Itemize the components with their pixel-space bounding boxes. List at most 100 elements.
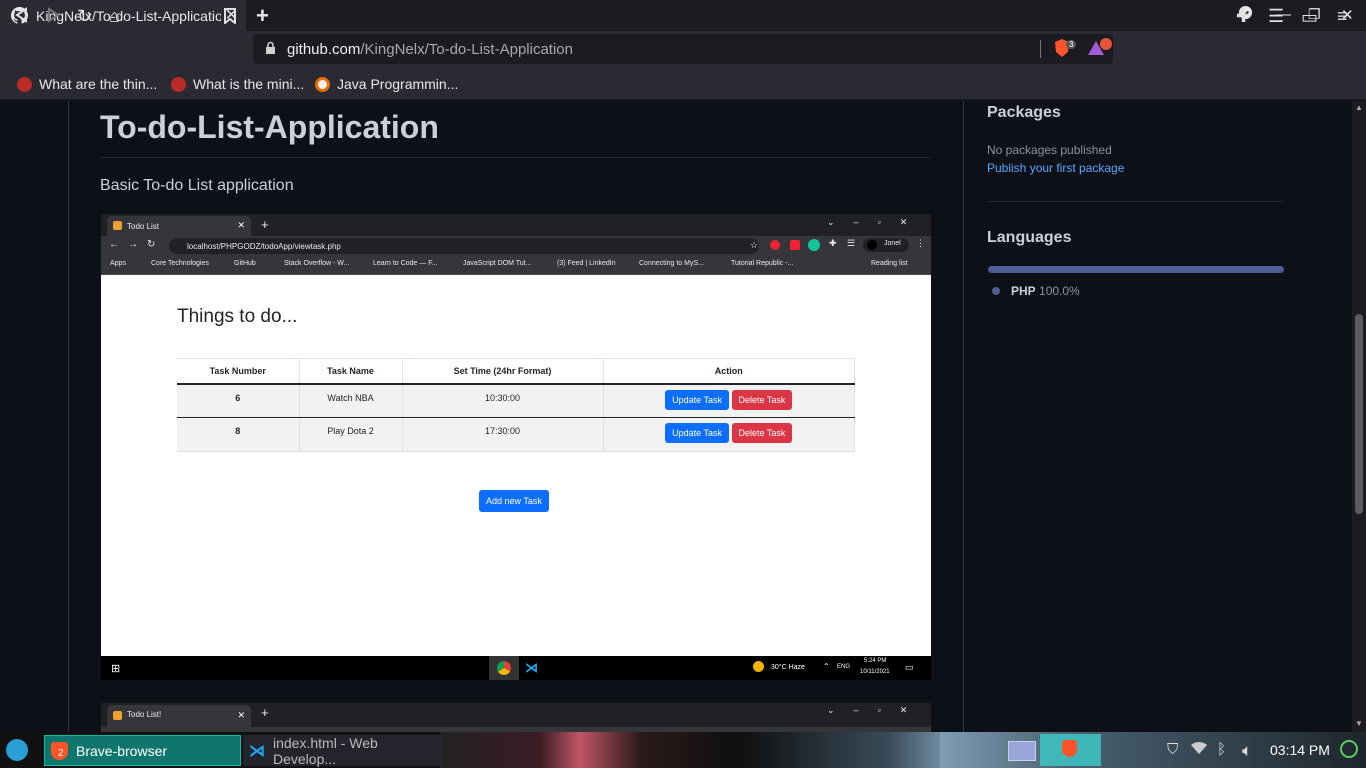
window-controls: ⌄–▫✕ [827,705,927,715]
languages-heading: Languages [987,229,1072,246]
new-tab-icon: + [261,217,269,232]
bookmark: Core Technologies [151,260,209,267]
table-row: 6 Watch NBA 10:30:00 Update Task Delete … [177,383,855,418]
playlist-icon[interactable]: ☰ [1268,6,1284,27]
browser-tab[interactable]: KingNelx/To-do-List-Application ✕ [0,0,246,31]
screenshot-date: 10/11/2021 [860,669,890,675]
extension-icon [790,240,800,250]
tab-title: KingNelx/To-do-List-Application [36,7,221,24]
packages-heading[interactable]: Packages [987,104,1061,122]
language-percent: 100.0% [1039,284,1080,298]
column-header: Task Name [299,358,403,385]
language-item[interactable]: PHP 100.0% [1011,284,1080,298]
screenshot-url: localhost/PHPGODZ/todoApp/viewtask.php [169,238,759,254]
reload-icon[interactable]: ↻ [77,6,92,27]
menu-icon: ⋮ [916,238,925,248]
back-icon[interactable] [14,7,28,28]
readme-description: Basic To-do List application [100,177,294,194]
start-menu-icon[interactable] [6,739,28,761]
notification-icon: ▭ [905,662,914,672]
menu-icon[interactable]: ≡ [1337,6,1348,27]
weather-icon [753,661,764,672]
task-table: Task Number Task Name Set Time (24hr For… [177,358,855,452]
publish-package-link[interactable]: Publish your first package [987,161,1124,175]
bookmark-item[interactable]: What are the thin... [17,76,157,92]
readme-title: To-do-List-Application [100,109,439,145]
wifi-icon[interactable] [1190,741,1208,759]
extensions-icon: ✚ [829,238,837,248]
screenshot-tab: Todo List! ✕ [107,705,251,727]
window-count: 2 [58,747,64,759]
weather-text: 30°C Haze [771,664,805,671]
delete-task-button: Delete Task [731,423,793,443]
scroll-up-icon[interactable]: ▲ [1355,103,1363,112]
wallet-icon[interactable]: ▭ [1301,7,1318,28]
heading-divider [100,157,931,158]
screenshot-tab-title: Todo List [127,221,160,231]
brave-icon [1062,740,1077,757]
scroll-down-icon[interactable]: ▼ [1355,719,1363,728]
packages-text: No packages published [987,143,1112,157]
column-header: Action [603,358,855,385]
window-controls: ⌄–▫✕ [827,217,927,227]
bookmark-item[interactable]: Java Programmin... [315,76,458,92]
update-task-button: Update Task [665,389,729,410]
bookmark-item[interactable]: What is the mini... [171,76,304,92]
extensions-icon[interactable]: ✚ [1236,6,1251,27]
new-tab-icon[interactable]: + [256,3,269,29]
shield-tray-icon[interactable]: ⛉ [1167,741,1178,758]
nav-icons: ←→↻ [109,239,165,250]
readme-screenshot-2[interactable]: Todo List! ✕ + ⌄–▫✕ [101,703,931,733]
readme-screenshot[interactable]: Todo List ✕ + ⌄–▫✕ ←→↻ localhost/PHPGODZ… [101,214,931,680]
divider [1040,40,1041,58]
new-tab-icon: + [261,705,269,720]
bookmark: Reading list [871,260,908,267]
bookmark-label: What is the mini... [193,76,305,92]
grammarly-icon [808,239,820,251]
bookmark-label: Java Programmin... [337,76,459,92]
add-task-button: Add new Task [479,490,549,512]
close-icon: ✕ [237,220,245,230]
screenshot-clock: 5:24 PM [864,658,887,664]
bookmark: Apps [110,260,126,267]
bookmark-icon[interactable] [224,8,236,29]
extension-icon [770,240,780,250]
system-clock[interactable]: 03:14 PM [1270,742,1330,758]
scrollbar-thumb[interactable] [1355,314,1363,514]
taskbar-vscode[interactable]: ⋊ index.html - Web Develop... [243,734,442,767]
bookmark: GitHub [234,260,256,267]
vscode-icon: ⋊ [249,742,265,760]
lock-icon[interactable] [265,41,276,60]
update-task-button: Update Task [665,423,729,443]
task-actions: Update Task Delete Task [603,383,855,418]
url-path: /KingNelx/To-do-List-Application [360,40,573,58]
address-bar[interactable]: github.com/KingNelx/To-do-List-Applicati… [253,34,1113,64]
screenshot-page [101,276,931,656]
url-domain: github.com [287,40,361,58]
bluetooth-icon[interactable]: ᛒ [1217,741,1226,758]
bookmark: Tutorial Republic -... [731,260,794,267]
volume-icon[interactable]: 🔈︎ [1242,741,1252,761]
bookmark: Connecting to MyS... [639,260,704,267]
taskbar-brave[interactable]: 2 Brave-browser [44,735,241,766]
bookmark: Stack Overflow - W... [284,260,350,267]
bookmark-label: What are the thin... [39,76,158,92]
task-actions: Update Task Delete Task [603,417,855,452]
home-icon[interactable]: ⌂ [109,6,120,27]
column-header: Set Time (24hr Format) [402,358,604,385]
power-icon[interactable] [1340,740,1358,758]
task-time: 17:30:00 [402,417,604,452]
taskbar-vscode-label: index.html - Web Develop... [273,734,378,767]
forward-icon[interactable] [47,7,61,28]
workspace-switcher[interactable] [1008,741,1036,761]
task-number: 8 [177,417,300,452]
bookmark: JavaScript DOM Tut... [463,260,532,267]
brave-icon: 2 [51,741,68,760]
favicon-icon [113,711,122,720]
java-icon [315,76,330,92]
task-time: 10:30:00 [402,383,604,418]
table-row: 8 Play Dota 2 17:30:00 Update Task Delet… [177,417,855,452]
task-number: 6 [177,383,300,418]
delete-task-button: Delete Task [731,389,793,410]
avatar [867,240,877,250]
